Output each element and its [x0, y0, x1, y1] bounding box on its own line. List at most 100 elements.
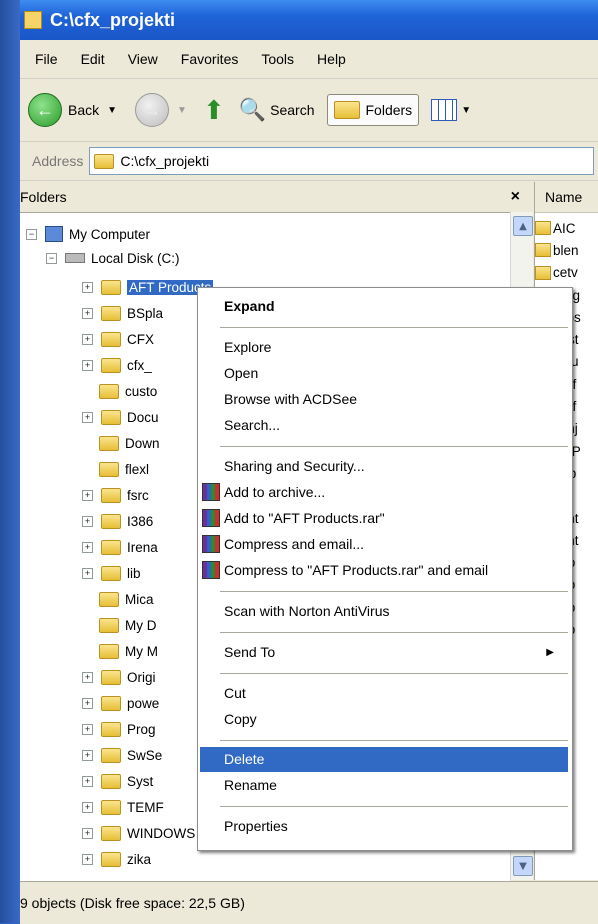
menu-item-add-rar[interactable]: Add to "AFT Products.rar"	[202, 506, 385, 530]
tree-node[interactable]: + AFT Products	[82, 276, 214, 298]
expand-icon[interactable]: +	[82, 801, 93, 813]
menu-item-compress-rar-email[interactable]: Compress to "AFT Products.rar" and email	[202, 558, 488, 582]
tree-node[interactable]: Mica	[99, 588, 154, 610]
tree-node-local-disk[interactable]: − Local Disk (C:)	[46, 247, 180, 269]
tree-node[interactable]: + Irena	[82, 536, 158, 558]
dropdown-arrow-icon[interactable]: ▼	[177, 105, 187, 116]
menu-view[interactable]: View	[128, 51, 158, 67]
drive-icon	[65, 253, 85, 263]
collapse-icon[interactable]: −	[46, 252, 57, 264]
tree-node[interactable]: Down	[99, 432, 160, 454]
tree-node[interactable]: + SwSe	[82, 744, 162, 766]
expand-icon[interactable]: +	[82, 671, 93, 683]
dropdown-arrow-icon[interactable]: ▼	[107, 105, 117, 116]
menu-item-send-to[interactable]: Send To ▶	[224, 640, 564, 664]
back-button[interactable]: ← Back ▼	[28, 93, 117, 127]
tree-node[interactable]: + I386	[82, 510, 153, 532]
menu-item-norton-scan[interactable]: Scan with Norton AntiVirus	[224, 599, 390, 623]
expand-icon[interactable]: +	[82, 775, 93, 787]
views-button[interactable]: ▼	[431, 99, 471, 121]
tree-node[interactable]: + CFX	[82, 328, 154, 350]
menu-item-properties[interactable]: Properties	[224, 814, 288, 838]
tree-node[interactable]: + Syst	[82, 770, 153, 792]
menu-item-open[interactable]: Open	[224, 361, 258, 385]
tree-node[interactable]: My D	[99, 614, 157, 636]
expand-icon[interactable]: +	[82, 541, 93, 553]
expand-icon[interactable]: +	[82, 697, 93, 709]
menu-item-search[interactable]: Search...	[224, 413, 280, 437]
node-label: powe	[127, 695, 160, 711]
node-label: Down	[125, 435, 160, 451]
tree-node[interactable]: + Docu	[82, 406, 159, 428]
menu-file[interactable]: File	[35, 51, 58, 67]
expand-icon[interactable]: +	[82, 827, 93, 839]
expand-icon[interactable]: +	[82, 515, 93, 527]
menu-tools[interactable]: Tools	[261, 51, 294, 67]
node-label: My Computer	[69, 226, 151, 242]
tree-node[interactable]: + fsrc	[82, 484, 149, 506]
expand-icon[interactable]: +	[82, 411, 93, 423]
expand-icon[interactable]: +	[82, 567, 93, 579]
menu-item-rename[interactable]: Rename	[224, 773, 277, 797]
tree-node[interactable]: + WINDOWS	[82, 822, 195, 844]
menu-item-cut[interactable]: Cut	[224, 681, 246, 705]
expand-icon[interactable]: +	[82, 749, 93, 761]
forward-button[interactable]: → ▼	[135, 93, 187, 127]
tree-node[interactable]: + zika	[82, 848, 151, 870]
tree-node[interactable]: + TEMF	[82, 796, 164, 818]
expand-icon[interactable]: +	[82, 489, 93, 501]
menu-item-explore[interactable]: Explore	[224, 335, 271, 359]
tree-node[interactable]: + cfx_	[82, 354, 152, 376]
expand-icon[interactable]: +	[82, 853, 93, 865]
folder-icon	[101, 825, 121, 841]
node-label: Docu	[127, 409, 159, 425]
scroll-down-icon[interactable]: ▼	[513, 856, 533, 876]
address-field[interactable]: C:\cfx_projekti	[89, 147, 594, 175]
folders-pane-title: Folders	[20, 189, 67, 205]
up-folder-button[interactable]: ⬆	[203, 95, 225, 126]
tree-node[interactable]: + BSpla	[82, 302, 163, 324]
expand-icon[interactable]: +	[82, 723, 93, 735]
menu-item-copy[interactable]: Copy	[224, 707, 257, 731]
menu-help[interactable]: Help	[317, 51, 346, 67]
file-row[interactable]: blen	[535, 239, 598, 261]
close-icon[interactable]: ×	[511, 188, 520, 206]
menu-item-delete[interactable]: Delete	[224, 747, 264, 771]
name-column-header[interactable]: Name	[535, 182, 598, 213]
expand-icon[interactable]: +	[82, 359, 93, 371]
menu-item-browse-acdsee[interactable]: Browse with ACDSee	[224, 387, 357, 411]
tree-node[interactable]: My M	[99, 640, 158, 662]
expand-icon[interactable]: +	[82, 281, 93, 293]
folder-icon	[535, 265, 551, 280]
menu-item-expand[interactable]: Expand	[224, 294, 275, 318]
menu-item-compress-email[interactable]: Compress and email...	[202, 532, 364, 556]
folders-button[interactable]: Folders	[326, 94, 420, 126]
collapse-icon[interactable]: −	[26, 228, 37, 240]
dropdown-arrow-icon[interactable]: ▼	[461, 105, 471, 116]
file-row[interactable]: AIC	[535, 217, 598, 239]
expand-icon[interactable]: +	[82, 333, 93, 345]
address-bar: Address C:\cfx_projekti	[20, 142, 598, 181]
folder-icon	[101, 487, 121, 503]
menu-item-add-archive[interactable]: Add to archive...	[202, 480, 325, 504]
folder-icon	[101, 409, 121, 425]
tree-node-my-computer[interactable]: − My Computer	[26, 223, 150, 245]
tree-node[interactable]: + Origi	[82, 666, 156, 688]
folders-icon	[333, 101, 360, 119]
tree-node[interactable]: + lib	[82, 562, 141, 584]
menu-favorites[interactable]: Favorites	[181, 51, 239, 67]
tree-node[interactable]: + powe	[82, 692, 159, 714]
node-label: zika	[127, 851, 152, 867]
scroll-up-icon[interactable]: ▲	[513, 216, 533, 236]
file-row[interactable]: cetv	[535, 262, 598, 284]
tree-node[interactable]: + Prog	[82, 718, 156, 740]
tree-node[interactable]: flexl	[99, 458, 149, 480]
menu-item-sharing[interactable]: Sharing and Security...	[224, 454, 365, 478]
title-bar[interactable]: C:\cfx_projekti	[20, 0, 598, 40]
search-button[interactable]: 🔍 Search	[239, 97, 315, 123]
node-label: custo	[125, 383, 158, 399]
menu-edit[interactable]: Edit	[81, 51, 105, 67]
tree-node[interactable]: custo	[99, 380, 157, 402]
expand-icon[interactable]: +	[82, 307, 93, 319]
node-label: WINDOWS	[127, 825, 196, 841]
